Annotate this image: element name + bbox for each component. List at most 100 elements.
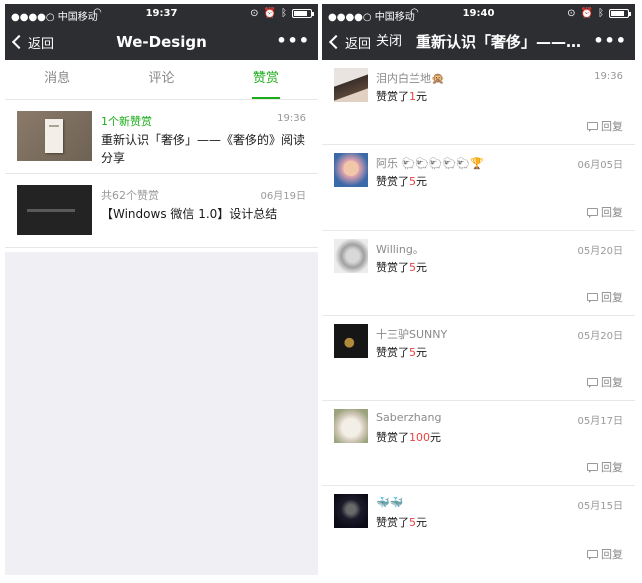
more-dots-icon[interactable]: ••• — [593, 24, 627, 60]
list-item[interactable]: 1个新赞赏 19:36 重新认识「奢侈」——《奢侈的》阅读分享 — [5, 100, 318, 174]
amount-value: 5 — [409, 516, 416, 530]
nav-bar: 返回 关闭 重新认识「奢侈」——… ••• — [322, 24, 635, 60]
status-bar: ●●●●○ 中国移动 ◠ 19:40 ⊙ ⏰ ᛒ — [322, 4, 635, 24]
reply-label: 回复 — [601, 290, 623, 304]
comment-icon — [587, 122, 598, 133]
reply-button[interactable]: 回复 — [587, 118, 623, 134]
alarm-icon: ⏰ — [580, 8, 593, 19]
rotation-lock-icon: ⊙ — [250, 8, 259, 19]
tab-bar: 消息 评论 赞赏 — [5, 60, 318, 100]
amount-value: 5 — [409, 260, 416, 274]
comment-icon — [587, 207, 598, 218]
reward-amount: 赞赏了5元 — [376, 173, 427, 189]
reward-row: 阿乐 🐑🐑🐑🐑🐑🏆 06月05日赞赏了5元回复 — [322, 145, 635, 231]
back-button[interactable]: 返回 — [328, 24, 371, 60]
avatar[interactable] — [334, 238, 368, 273]
reward-date: 05月15日 — [577, 501, 623, 513]
amount-unit: 元 — [416, 175, 427, 189]
reward-list: 泪内白兰地🙊 19:36 赞赏了1元 回复 阿乐 🐑🐑🐑🐑🐑🏆 06月05日 赞赏了5元 回复… — [322, 60, 635, 572]
right-screen: ●●●●○ 中国移动 ◠ 19:40 ⊙ ⏰ ᛒ 返回 关闭 重新认识「奢侈」—… — [322, 4, 635, 575]
reply-label: 回复 — [601, 205, 623, 219]
reply-button[interactable]: 回复 — [587, 289, 623, 305]
bluetooth-icon: ᛒ — [598, 8, 604, 19]
bluetooth-icon: ᛒ — [281, 8, 287, 19]
battery-icon — [609, 9, 631, 18]
page-title: We-Design — [116, 33, 207, 51]
reply-button[interactable]: 回复 — [587, 374, 623, 390]
amount-unit: 元 — [416, 345, 427, 359]
article-thumbnail — [17, 185, 92, 235]
amount-value: 1 — [409, 90, 416, 103]
amount-value: 5 — [409, 175, 416, 189]
article-title: 重新认识「奢侈」——《奢侈的》阅读分享 — [101, 133, 306, 165]
reply-label: 回复 — [601, 461, 623, 475]
reward-amount: 赞赏了100元 — [376, 429, 441, 445]
reward-date: 19:36 — [594, 71, 623, 82]
back-label: 返回 — [345, 36, 372, 52]
amount-prefix: 赞赏了 — [376, 516, 409, 530]
reply-button[interactable]: 回复 — [587, 204, 623, 220]
amount-prefix: 赞赏了 — [376, 175, 409, 189]
page-title: 重新认识「奢侈」——… — [416, 33, 582, 51]
reply-label: 回复 — [601, 547, 623, 561]
article-thumbnail — [17, 111, 92, 161]
avatar[interactable] — [334, 494, 368, 529]
item-time: 19:36 — [277, 113, 306, 124]
reply-button[interactable]: 回复 — [587, 546, 623, 562]
status-bar: ●●●●○ 中国移动 ◠ 19:37 ⊙ ⏰ ᛒ — [5, 4, 318, 24]
reward-amount: 赞赏了5元 — [376, 344, 427, 360]
close-button[interactable]: 关闭 — [376, 24, 402, 60]
comment-icon — [587, 549, 598, 560]
reward-row: 🐳🐳 05月15日赞赏了5元回复 — [322, 486, 635, 571]
amount-prefix: 赞赏了 — [376, 260, 409, 274]
article-title: 【Windows 微信 1.0】设计总结 — [101, 207, 278, 221]
amount-value: 5 — [409, 345, 416, 359]
amount-unit: 元 — [416, 516, 427, 530]
reward-date: 05月17日 — [577, 416, 623, 428]
comment-icon — [587, 378, 598, 389]
alarm-icon: ⏰ — [263, 8, 276, 19]
list-item[interactable]: 共62个赞赏 06月19日 【Windows 微信 1.0】设计总结 — [5, 174, 318, 248]
avatar[interactable] — [334, 68, 368, 102]
user-name[interactable]: Willing。 — [376, 241, 424, 257]
reward-count: 共62个赞赏 — [101, 189, 159, 202]
more-dots-icon[interactable]: ••• — [276, 24, 310, 60]
reward-row: 十三驴SUNNY 05月20日 赞赏了5元 回复 — [322, 316, 635, 402]
amount-unit: 元 — [416, 90, 427, 103]
reward-row: 泪内白兰地🙊 19:36 赞赏了1元回复 — [322, 60, 635, 146]
comment-icon — [587, 463, 598, 474]
reply-button[interactable]: 回复 — [587, 459, 623, 475]
tab-messages[interactable]: 消息 — [5, 60, 109, 99]
amount-prefix: 赞赏了 — [376, 431, 409, 445]
reward-amount: 赞赏了1元 — [376, 88, 427, 104]
reward-count: 1个新赞赏 — [101, 115, 152, 128]
user-name[interactable]: 十三驴SUNNY — [376, 326, 447, 342]
reward-row: Saberzhang 05月17日赞赏了100元回复 — [322, 401, 635, 487]
reward-row: Willing。 05月20日赞赏了5元回复 — [322, 231, 635, 316]
avatar[interactable] — [334, 323, 368, 358]
avatar[interactable] — [334, 153, 368, 188]
user-name[interactable]: 🐳🐳 — [376, 496, 403, 509]
amount-prefix: 赞赏了 — [376, 345, 409, 359]
amount-unit: 元 — [416, 260, 427, 274]
tab-rewards[interactable]: 赞赏 — [214, 60, 318, 99]
reward-date: 06月05日 — [577, 160, 623, 172]
reward-date: 05月20日 — [577, 245, 623, 257]
item-time: 06月19日 — [260, 191, 306, 202]
left-screen: ●●●●○ 中国移动 ◠ 19:37 ⊙ ⏰ ᛒ 返回 We-Design ••… — [5, 4, 318, 575]
avatar[interactable] — [334, 409, 368, 444]
chevron-left-icon — [328, 34, 344, 50]
empty-area — [5, 252, 318, 575]
user-name[interactable]: 阿乐 🐑🐑🐑🐑🐑🏆 — [376, 155, 484, 171]
comment-icon — [587, 292, 598, 303]
rotation-lock-icon: ⊙ — [567, 8, 576, 19]
user-name[interactable]: Saberzhang — [376, 411, 441, 424]
tab-comments[interactable]: 评论 — [109, 60, 213, 99]
amount-prefix: 赞赏了 — [376, 90, 409, 103]
amount-value: 100 — [409, 431, 430, 445]
reward-amount: 赞赏了5元 — [376, 259, 427, 275]
user-name[interactable]: 泪内白兰地🙊 — [376, 70, 445, 86]
battery-icon — [292, 9, 314, 18]
amount-unit: 元 — [430, 431, 441, 445]
reply-label: 回复 — [601, 120, 623, 134]
